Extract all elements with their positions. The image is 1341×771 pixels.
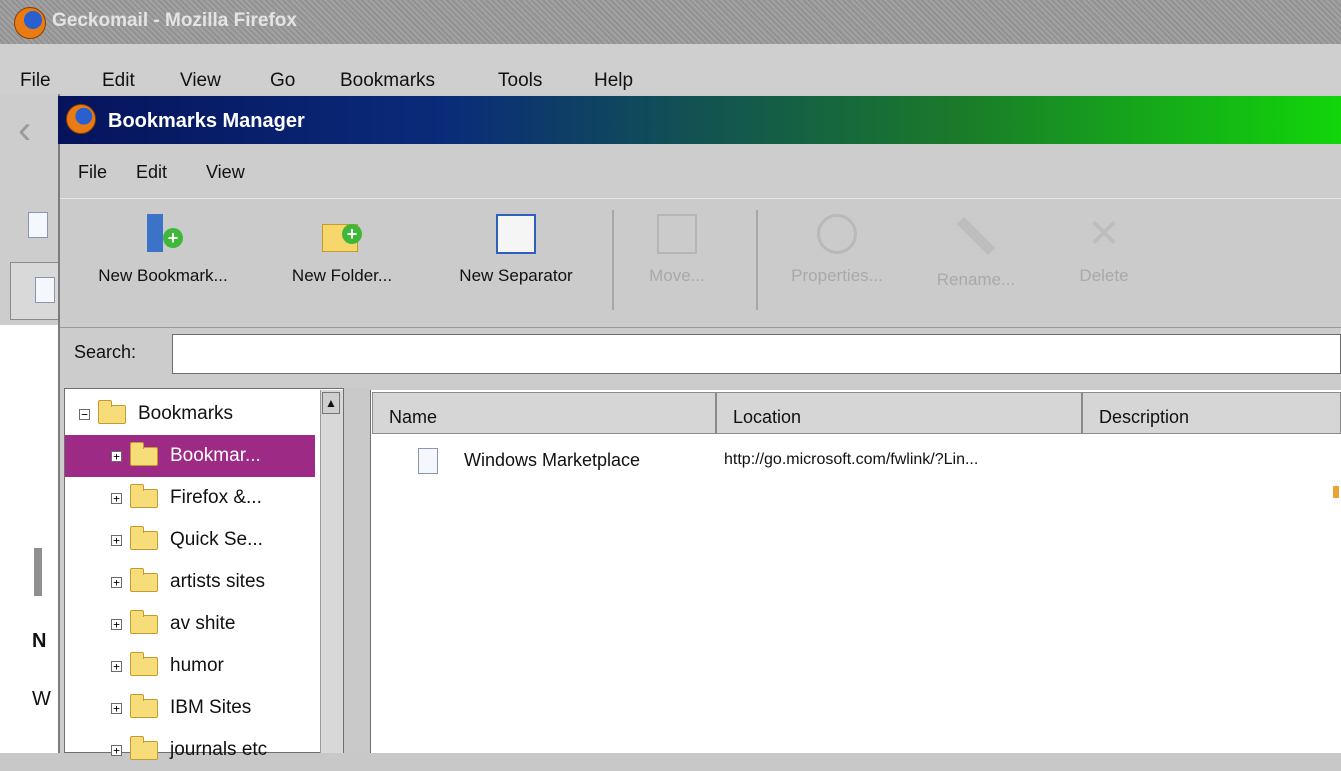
- delete-icon: ✕: [1087, 212, 1121, 256]
- bookmark-page-icon: [418, 448, 438, 474]
- folder-icon: [130, 693, 158, 718]
- bookmark-name: Windows Marketplace: [464, 450, 641, 470]
- bm-menu-file[interactable]: File: [78, 162, 107, 183]
- tab-page-icon[interactable]: [28, 212, 48, 238]
- tree-item-label: Quick Se...: [170, 529, 263, 550]
- folder-icon: [130, 567, 158, 592]
- move-label: Move...: [649, 266, 705, 285]
- tree-item-journals[interactable]: + journals etc: [65, 729, 361, 771]
- toolbar-divider: [612, 210, 614, 310]
- search-input[interactable]: [172, 334, 1341, 374]
- properties-icon: [817, 214, 857, 254]
- properties-label: Properties...: [791, 266, 883, 285]
- folder-icon: [130, 441, 158, 466]
- outer-content-text: N: [32, 630, 47, 652]
- edge-marker: [1333, 486, 1339, 498]
- tree-item-label: Bookmar...: [170, 445, 261, 466]
- outer-menu-bookmarks[interactable]: Bookmarks: [340, 70, 435, 92]
- new-bookmark-icon: +: [143, 214, 183, 254]
- expand-icon[interactable]: +: [111, 450, 122, 462]
- column-header-name[interactable]: Name: [372, 392, 716, 434]
- tree-item-label: journals etc: [170, 739, 268, 760]
- outer-menu-file[interactable]: File: [20, 70, 51, 92]
- folder-icon: [130, 483, 158, 508]
- expand-icon[interactable]: +: [111, 702, 122, 714]
- column-header-description[interactable]: Description: [1082, 392, 1341, 434]
- expand-icon[interactable]: +: [111, 660, 122, 672]
- pane-splitter[interactable]: [344, 388, 370, 753]
- tree-item-label: Bookmarks: [138, 403, 234, 424]
- outer-scroll-handle[interactable]: [34, 548, 42, 596]
- new-folder-label: New Folder...: [291, 266, 393, 285]
- outer-content-area: [0, 325, 60, 753]
- new-separator-button[interactable]: New Separator: [436, 214, 596, 286]
- expand-icon[interactable]: +: [111, 744, 122, 756]
- folder-icon: [130, 651, 158, 676]
- rename-label: Rename...: [936, 270, 1016, 289]
- expand-icon[interactable]: +: [111, 492, 122, 504]
- rename-button[interactable]: Rename...: [916, 214, 1036, 290]
- tree-item-label: humor: [170, 655, 224, 676]
- tree-item-quick-searches[interactable]: + Quick Se...: [65, 519, 361, 561]
- outer-window-title: Geckomail - Mozilla Firefox: [52, 10, 297, 31]
- new-folder-button[interactable]: + New Folder...: [272, 214, 412, 286]
- new-bookmark-label: New Bookmark...: [98, 266, 228, 285]
- outer-menu-help[interactable]: Help: [594, 70, 633, 92]
- tree-item-bookmarks-toolbar[interactable]: + Bookmar...: [65, 435, 315, 477]
- folder-icon: [130, 609, 158, 634]
- rename-icon: [956, 216, 996, 256]
- bookmarks-manager-title: Bookmarks Manager: [108, 110, 305, 132]
- tree-item-humor[interactable]: + humor: [65, 645, 361, 687]
- outer-menu-go[interactable]: Go: [270, 70, 295, 92]
- new-separator-label: New Separator: [459, 266, 573, 285]
- tree-item-ibm-sites[interactable]: + IBM Sites: [65, 687, 361, 729]
- scroll-up-arrow-icon[interactable]: ▲: [322, 392, 340, 414]
- bookmark-location: http://go.microsoft.com/fwlink/?Lin...: [724, 451, 979, 468]
- outer-content-text: W: [32, 688, 51, 710]
- tree-scrollbar[interactable]: [320, 390, 343, 753]
- tree-item-label: artists sites: [170, 571, 266, 592]
- bm-menu-view[interactable]: View: [206, 162, 245, 183]
- move-button[interactable]: Move...: [622, 214, 732, 286]
- tree-item-label: Firefox &...: [170, 487, 262, 508]
- delete-button[interactable]: ✕ Delete: [1064, 214, 1144, 286]
- outer-tab[interactable]: [10, 262, 62, 320]
- folder-icon: [98, 399, 126, 424]
- back-arrow-icon[interactable]: ‹: [18, 108, 31, 153]
- tree-item-av-shite[interactable]: + av shite: [65, 603, 361, 645]
- tree-item-label: av shite: [170, 613, 236, 634]
- delete-label: Delete: [1079, 266, 1129, 285]
- folder-icon: [130, 525, 158, 550]
- expand-icon[interactable]: +: [111, 534, 122, 546]
- folder-icon: [130, 735, 158, 760]
- outer-menu-tools[interactable]: Tools: [498, 70, 542, 92]
- tree-item-label: IBM Sites: [170, 697, 252, 718]
- outer-menu-view[interactable]: View: [180, 70, 221, 92]
- tree-item-firefox[interactable]: + Firefox &...: [65, 477, 361, 519]
- tree-item-bookmarks[interactable]: − Bookmarks: [65, 393, 329, 435]
- bookmarks-menu-bar: [60, 146, 1341, 196]
- move-icon: [657, 214, 697, 254]
- new-folder-icon: +: [322, 214, 362, 254]
- bm-menu-edit[interactable]: Edit: [136, 162, 167, 183]
- firefox-logo-icon: [14, 7, 46, 39]
- firefox-logo-icon: [66, 104, 96, 134]
- expand-icon[interactable]: +: [111, 576, 122, 588]
- toolbar-divider: [756, 210, 758, 310]
- search-label: Search:: [74, 342, 137, 362]
- bookmarks-folder-tree: − Bookmarks + Bookmar... + Firefox &... …: [64, 388, 344, 760]
- outer-menu-edit[interactable]: Edit: [102, 70, 135, 92]
- tab-page-icon: [35, 277, 55, 303]
- new-bookmark-button[interactable]: + New Bookmark...: [72, 214, 254, 286]
- properties-button[interactable]: Properties...: [772, 214, 902, 286]
- new-separator-icon: [496, 214, 536, 254]
- tree-item-artists-sites[interactable]: + artists sites: [65, 561, 361, 603]
- list-item[interactable]: Windows Marketplace http://go.microsoft.…: [372, 440, 1341, 480]
- collapse-icon[interactable]: −: [79, 408, 90, 420]
- column-header-location[interactable]: Location: [716, 392, 1082, 434]
- expand-icon[interactable]: +: [111, 618, 122, 630]
